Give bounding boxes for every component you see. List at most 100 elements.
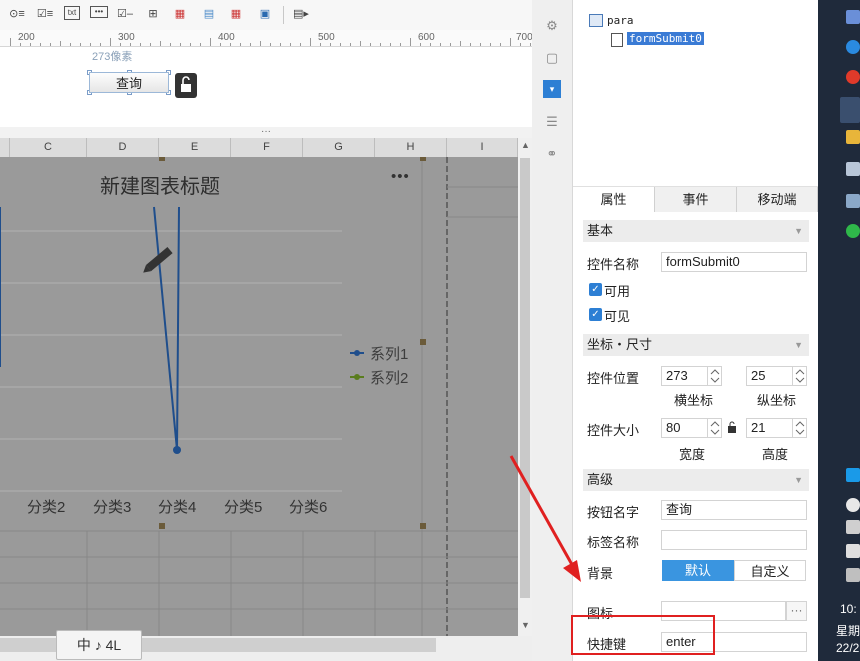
toolbar-separator (283, 6, 284, 24)
icon-picker-button[interactable]: ··· (786, 601, 807, 621)
pos-y-caption: 纵坐标 (757, 393, 797, 408)
dropdown-icon[interactable]: ▣ (256, 6, 274, 22)
tray-icon[interactable] (846, 520, 860, 534)
column-header[interactable]: H (375, 138, 447, 157)
pane-splitter[interactable]: ··· (0, 127, 532, 138)
layout-icon[interactable]: ▢ (544, 50, 560, 66)
lock-button[interactable] (175, 73, 197, 98)
ime-toolbar[interactable]: 中 ♪ 4L (56, 630, 142, 660)
pos-x-stepper[interactable] (707, 366, 722, 386)
column-header[interactable]: D (87, 138, 159, 157)
legend-series-1[interactable]: 系列1 (370, 343, 408, 364)
column-header[interactable]: E (159, 138, 231, 157)
ruler-tick (140, 43, 141, 46)
column-header-row: C D E F G H I (0, 138, 518, 157)
ruler-tick (390, 43, 391, 46)
app-icon[interactable] (846, 194, 860, 208)
background-label: 背景 (587, 566, 614, 581)
link-icon[interactable]: ⚭ (544, 146, 560, 162)
ruler-tick (470, 43, 471, 46)
ruler-tick (160, 41, 161, 46)
folder-icon[interactable] (846, 130, 860, 144)
report-grid[interactable]: C D E F G H I 新建图表标题 ••• 系列1 系列2 分类2 分类3… (0, 138, 518, 636)
ruler-tick (230, 43, 231, 46)
ruler-tick (520, 43, 521, 46)
column-header[interactable]: F (231, 138, 303, 157)
scroll-down-icon[interactable]: ▼ (521, 620, 530, 630)
ruler-tick (60, 41, 61, 46)
section-advanced[interactable]: 高级 ▼ (583, 469, 809, 491)
report-icon[interactable]: ▤▸ (292, 6, 310, 22)
tree-icon[interactable]: ⊞ (144, 6, 162, 22)
app-icon[interactable] (846, 10, 860, 24)
column-header[interactable]: I (447, 138, 518, 157)
section-coords[interactable]: 坐标・尺寸 ▼ (583, 334, 809, 356)
chart-canvas[interactable] (0, 157, 518, 636)
collapse-icon[interactable]: ▼ (794, 334, 803, 356)
tag-name-input[interactable] (661, 530, 807, 550)
chart-handle (159, 157, 165, 161)
tab-properties[interactable]: 属性 (573, 187, 655, 212)
width-caption: 宽度 (679, 447, 706, 462)
ruler-tick (190, 43, 191, 46)
computer-icon[interactable] (846, 162, 860, 176)
date-range-icon[interactable]: ▦ (227, 6, 245, 22)
collapse-icon[interactable]: ▼ (794, 469, 803, 491)
ruler-tick (450, 43, 451, 46)
password-icon[interactable]: ••• (90, 6, 108, 18)
properties-icon[interactable]: ▾ (543, 80, 561, 98)
column-header[interactable]: G (303, 138, 375, 157)
ruler-tick (480, 43, 481, 46)
qq-icon[interactable] (846, 468, 860, 482)
ruler-tick (490, 43, 491, 46)
browser-icon[interactable] (846, 70, 860, 84)
query-button[interactable]: 查询 (89, 72, 169, 93)
widget-tree: para formSubmit0 (573, 0, 818, 187)
table-icon[interactable]: ▤ (200, 6, 218, 22)
enabled-checkbox[interactable]: ✓ (589, 283, 602, 296)
height-stepper[interactable] (792, 418, 807, 438)
ruler-tick (430, 43, 431, 46)
column-header[interactable] (0, 138, 10, 157)
checkbox-icon[interactable]: ☑– (116, 6, 134, 22)
active-app-icon[interactable] (840, 97, 860, 123)
edge-browser-icon[interactable] (846, 40, 860, 54)
ruler-tick (440, 43, 441, 46)
list-icon[interactable]: ☰ (544, 114, 560, 130)
tab-events[interactable]: 事件 (655, 187, 737, 212)
button-name-input[interactable]: 查询 (661, 500, 807, 520)
date-icon[interactable]: ▦ (171, 6, 189, 22)
bg-default-option[interactable]: 默认 (662, 560, 734, 581)
scroll-up-icon[interactable]: ▲ (521, 140, 530, 150)
radio-list-icon[interactable]: ⊙≡ (8, 6, 26, 22)
pos-y-stepper[interactable] (792, 366, 807, 386)
ruler-tick (350, 43, 351, 46)
widget-settings-icon[interactable]: ⚙ (544, 18, 560, 34)
horizontal-scrollbar[interactable]: 中 ♪ 4L (0, 630, 532, 661)
tray-icon[interactable] (846, 544, 860, 558)
text-field-icon[interactable]: txt (64, 6, 80, 20)
network-icon[interactable] (846, 568, 860, 582)
wechat-icon[interactable] (846, 224, 860, 238)
pos-x-caption: 横坐标 (674, 393, 714, 408)
widget-name-input[interactable]: formSubmit0 (661, 252, 807, 272)
tree-root[interactable]: para (607, 14, 634, 27)
tree-item-selected[interactable]: formSubmit0 (627, 32, 704, 45)
column-header[interactable]: C (10, 138, 87, 157)
clock-time[interactable]: 10: (840, 602, 857, 616)
tray-icon[interactable] (846, 498, 860, 512)
legend-series-2[interactable]: 系列2 (370, 367, 408, 388)
section-basic[interactable]: 基本 ▼ (583, 220, 809, 242)
bg-custom-option[interactable]: 自定义 (734, 560, 806, 581)
collapse-icon[interactable]: ▼ (794, 220, 803, 242)
aspect-lock-icon[interactable] (727, 420, 739, 437)
visible-checkbox[interactable]: ✓ (589, 308, 602, 321)
checkbox-list-icon[interactable]: ☑≡ (36, 6, 54, 22)
tab-mobile[interactable]: 移动端 (737, 187, 818, 212)
width-stepper[interactable] (707, 418, 722, 438)
chart-more-icon[interactable]: ••• (391, 168, 410, 185)
parameter-design-area[interactable]: 273像素 (0, 47, 532, 127)
x-tick-label: 分类6 (289, 499, 328, 516)
ruler-tick (270, 43, 271, 46)
chart-title[interactable]: 新建图表标题 (100, 170, 220, 199)
